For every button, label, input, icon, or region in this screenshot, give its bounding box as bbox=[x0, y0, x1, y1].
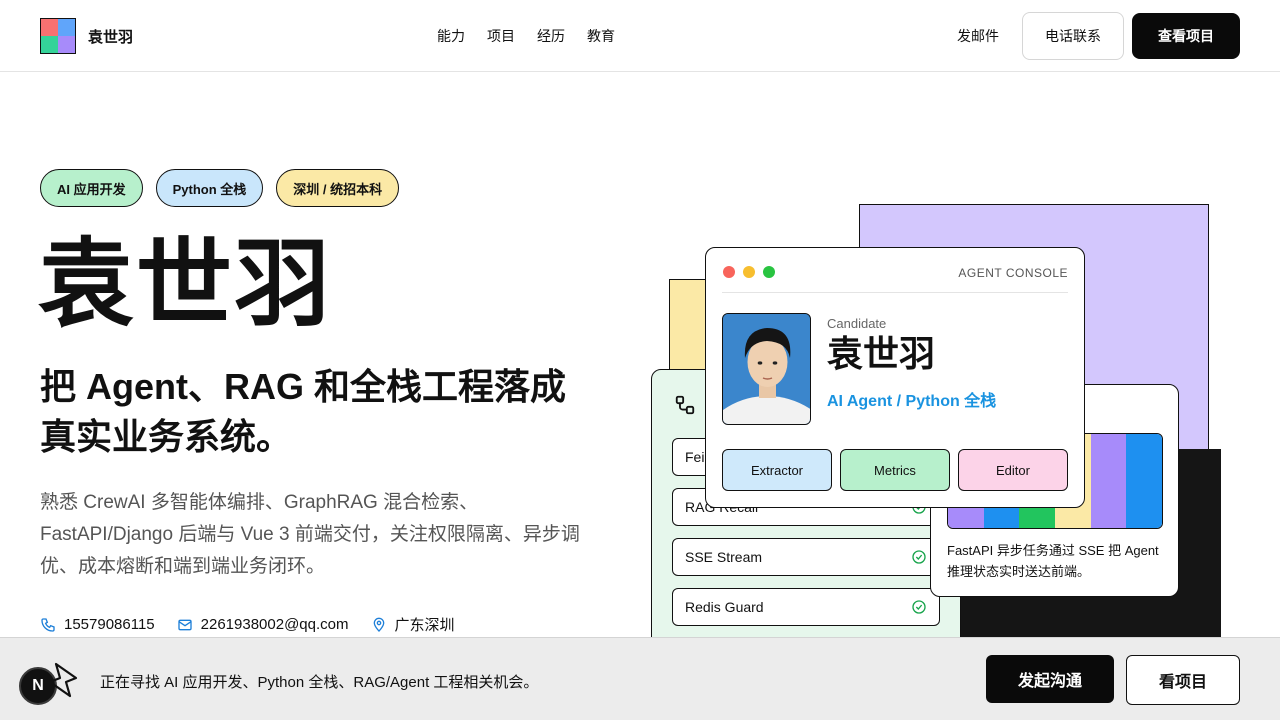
portrait-photo bbox=[723, 314, 810, 424]
pipeline-step: SSE Stream bbox=[672, 538, 940, 576]
nav-item-experience[interactable]: 经历 bbox=[537, 26, 565, 46]
chip-editor: Editor bbox=[958, 449, 1068, 491]
brand-name[interactable]: 袁世羽 bbox=[88, 26, 133, 47]
phone-icon bbox=[41, 617, 55, 632]
candidate-role: AI Agent / Python 全栈 bbox=[827, 393, 997, 410]
minimize-dot-icon bbox=[743, 266, 755, 278]
nav-item-projects[interactable]: 项目 bbox=[487, 26, 515, 46]
sse-description: FastAPI 异步任务通过 SSE 把 Agent 推理状态实时送达前端。 bbox=[947, 543, 1159, 579]
divider bbox=[722, 292, 1068, 293]
check-circle-icon bbox=[912, 550, 926, 564]
logo-icon[interactable] bbox=[40, 18, 76, 54]
hero-name: 袁世羽 bbox=[38, 231, 332, 338]
console-label: AGENT CONSOLE bbox=[958, 266, 1068, 280]
tag-ai-dev: AI 应用开发 bbox=[40, 169, 143, 207]
bottom-cta-banner: N 正在寻找 AI 应用开发、Python 全栈、RAG/Agent 工程相关机… bbox=[0, 637, 1280, 720]
maximize-dot-icon bbox=[763, 266, 775, 278]
main-nav: 能力 项目 经历 教育 bbox=[437, 26, 615, 46]
location-pin-icon bbox=[373, 617, 384, 632]
pipeline-step: Redis Guard bbox=[672, 588, 940, 626]
hero-description: 熟悉 CrewAI 多智能体编排、GraphRAG 混合检索、FastAPI/D… bbox=[40, 492, 580, 577]
top-navbar: 袁世羽 能力 项目 经历 教育 发邮件 电话联系 查看项目 bbox=[0, 0, 1280, 72]
email-address: 2261938002@qq.com bbox=[200, 616, 349, 633]
pipeline-step-label: Redis Guard bbox=[685, 599, 764, 615]
avatar bbox=[722, 313, 811, 425]
nav-item-education[interactable]: 教育 bbox=[587, 26, 615, 46]
agent-console-card: AGENT CONSOLE Candidate 袁世羽 AI Agent / P… bbox=[705, 247, 1085, 508]
phone-contact-button[interactable]: 电话联系 bbox=[1022, 12, 1124, 60]
contact-phone[interactable]: 15579086115 bbox=[40, 614, 155, 635]
lightning-spark-icon bbox=[48, 662, 78, 698]
workflow-icon bbox=[675, 395, 695, 415]
color-bar bbox=[1090, 434, 1127, 528]
banner-text: 正在寻找 AI 应用开发、Python 全栈、RAG/Agent 工程相关机会。 bbox=[100, 674, 539, 691]
chip-extractor: Extractor bbox=[722, 449, 832, 491]
chip-metrics: Metrics bbox=[840, 449, 950, 491]
candidate-label: Candidate bbox=[827, 316, 887, 331]
mail-icon bbox=[177, 619, 192, 630]
candidate-name: 袁世羽 bbox=[827, 333, 936, 374]
pipeline-step-label: Fei bbox=[685, 449, 705, 465]
contact-location: 广东深圳 bbox=[371, 614, 455, 635]
hero-title: 把 Agent、RAG 和全栈工程落成真实业务系统。 bbox=[40, 366, 566, 457]
color-bar bbox=[1126, 434, 1162, 528]
contact-list: 15579086115 2261938002@qq.com 广东深圳 bbox=[40, 614, 455, 635]
start-conversation-button[interactable]: 发起沟通 bbox=[986, 655, 1114, 703]
view-projects-secondary-button[interactable]: 看项目 bbox=[1126, 655, 1240, 705]
view-projects-button[interactable]: 查看项目 bbox=[1132, 13, 1240, 59]
agent-chips: Extractor Metrics Editor bbox=[722, 449, 1068, 491]
location-text: 广东深圳 bbox=[394, 617, 455, 634]
contact-email[interactable]: 2261938002@qq.com bbox=[177, 614, 349, 635]
close-dot-icon bbox=[723, 266, 735, 278]
pipeline-step-label: SSE Stream bbox=[685, 549, 763, 565]
send-email-link[interactable]: 发邮件 bbox=[957, 26, 999, 46]
tag-location-degree: 深圳 / 统招本科 bbox=[276, 169, 400, 207]
check-circle-icon bbox=[912, 600, 926, 614]
nav-item-abilities[interactable]: 能力 bbox=[437, 26, 465, 46]
tag-python-fullstack: Python 全栈 bbox=[155, 169, 264, 207]
phone-number: 15579086115 bbox=[64, 616, 155, 633]
hero-tags: AI 应用开发 Python 全栈 深圳 / 统招本科 bbox=[40, 169, 400, 207]
window-controls bbox=[723, 266, 775, 278]
